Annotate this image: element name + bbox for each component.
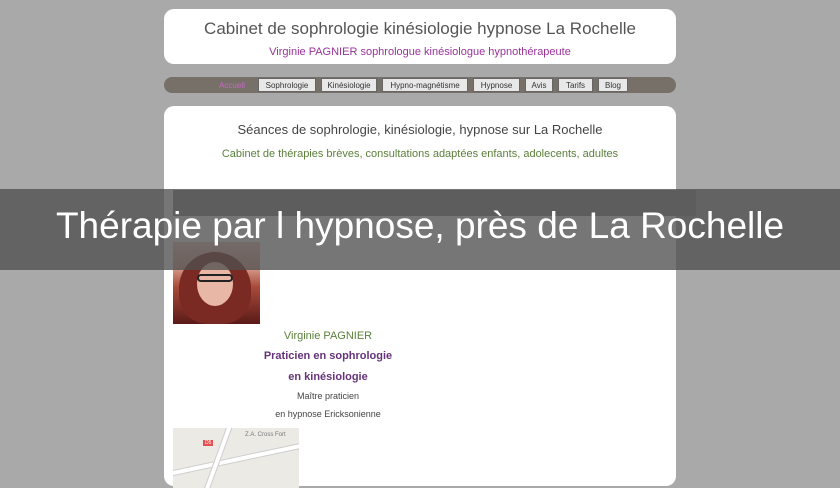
site-title[interactable]: Cabinet de sophrologie kinésiologie hypn… xyxy=(164,19,676,39)
nav-item-blog[interactable]: Blog xyxy=(598,78,628,92)
map-road-badge: D5 xyxy=(203,440,214,446)
nav-item-hypno-magnetisme[interactable]: Hypno-magnétisme xyxy=(382,78,468,92)
overlay-caption: Thérapie par l hypnose, près de La Roche… xyxy=(55,205,785,246)
nav-item-hypnose[interactable]: Hypnose xyxy=(473,78,520,92)
bio-hypnose-line: en hypnose Ericksonienne xyxy=(275,409,381,419)
bio-role-sophrologie: Praticien en sophrologie xyxy=(263,350,393,362)
map-place-label: Z.A. Cross Fort xyxy=(245,432,286,438)
bio-role-kinesiologie: en kinésiologie xyxy=(288,371,368,383)
nav-item-avis[interactable]: Avis xyxy=(525,78,553,92)
location-map[interactable]: D5 Z.A. Cross Fort xyxy=(173,428,299,488)
nav-item-kinesiologie[interactable]: Kinésiologie xyxy=(321,78,377,92)
nav-item-sophrologie[interactable]: Sophrologie xyxy=(258,78,316,92)
main-content: Séances de sophrologie, kinésiologie, hy… xyxy=(164,106,696,488)
main-nav: Accueil Sophrologie Kinésiologie Hypno-m… xyxy=(164,77,676,93)
content-title: Séances de sophrologie, kinésiologie, hy… xyxy=(237,122,603,137)
caption-overlay: Thérapie par l hypnose, près de La Roche… xyxy=(0,189,840,270)
bio-title-line: Maître praticien xyxy=(296,391,360,401)
content-subtitle: Cabinet de thérapies brèves, consultatio… xyxy=(221,148,619,160)
bio-name: Virginie PAGNIER xyxy=(283,330,373,342)
nav-item-accueil[interactable]: Accueil xyxy=(212,78,252,92)
site-subtitle: Virginie PAGNIER sophrologue kinésiologu… xyxy=(269,46,571,58)
nav-item-tarifs[interactable]: Tarifs xyxy=(558,78,593,92)
site-header: Cabinet de sophrologie kinésiologie hypn… xyxy=(164,9,676,64)
